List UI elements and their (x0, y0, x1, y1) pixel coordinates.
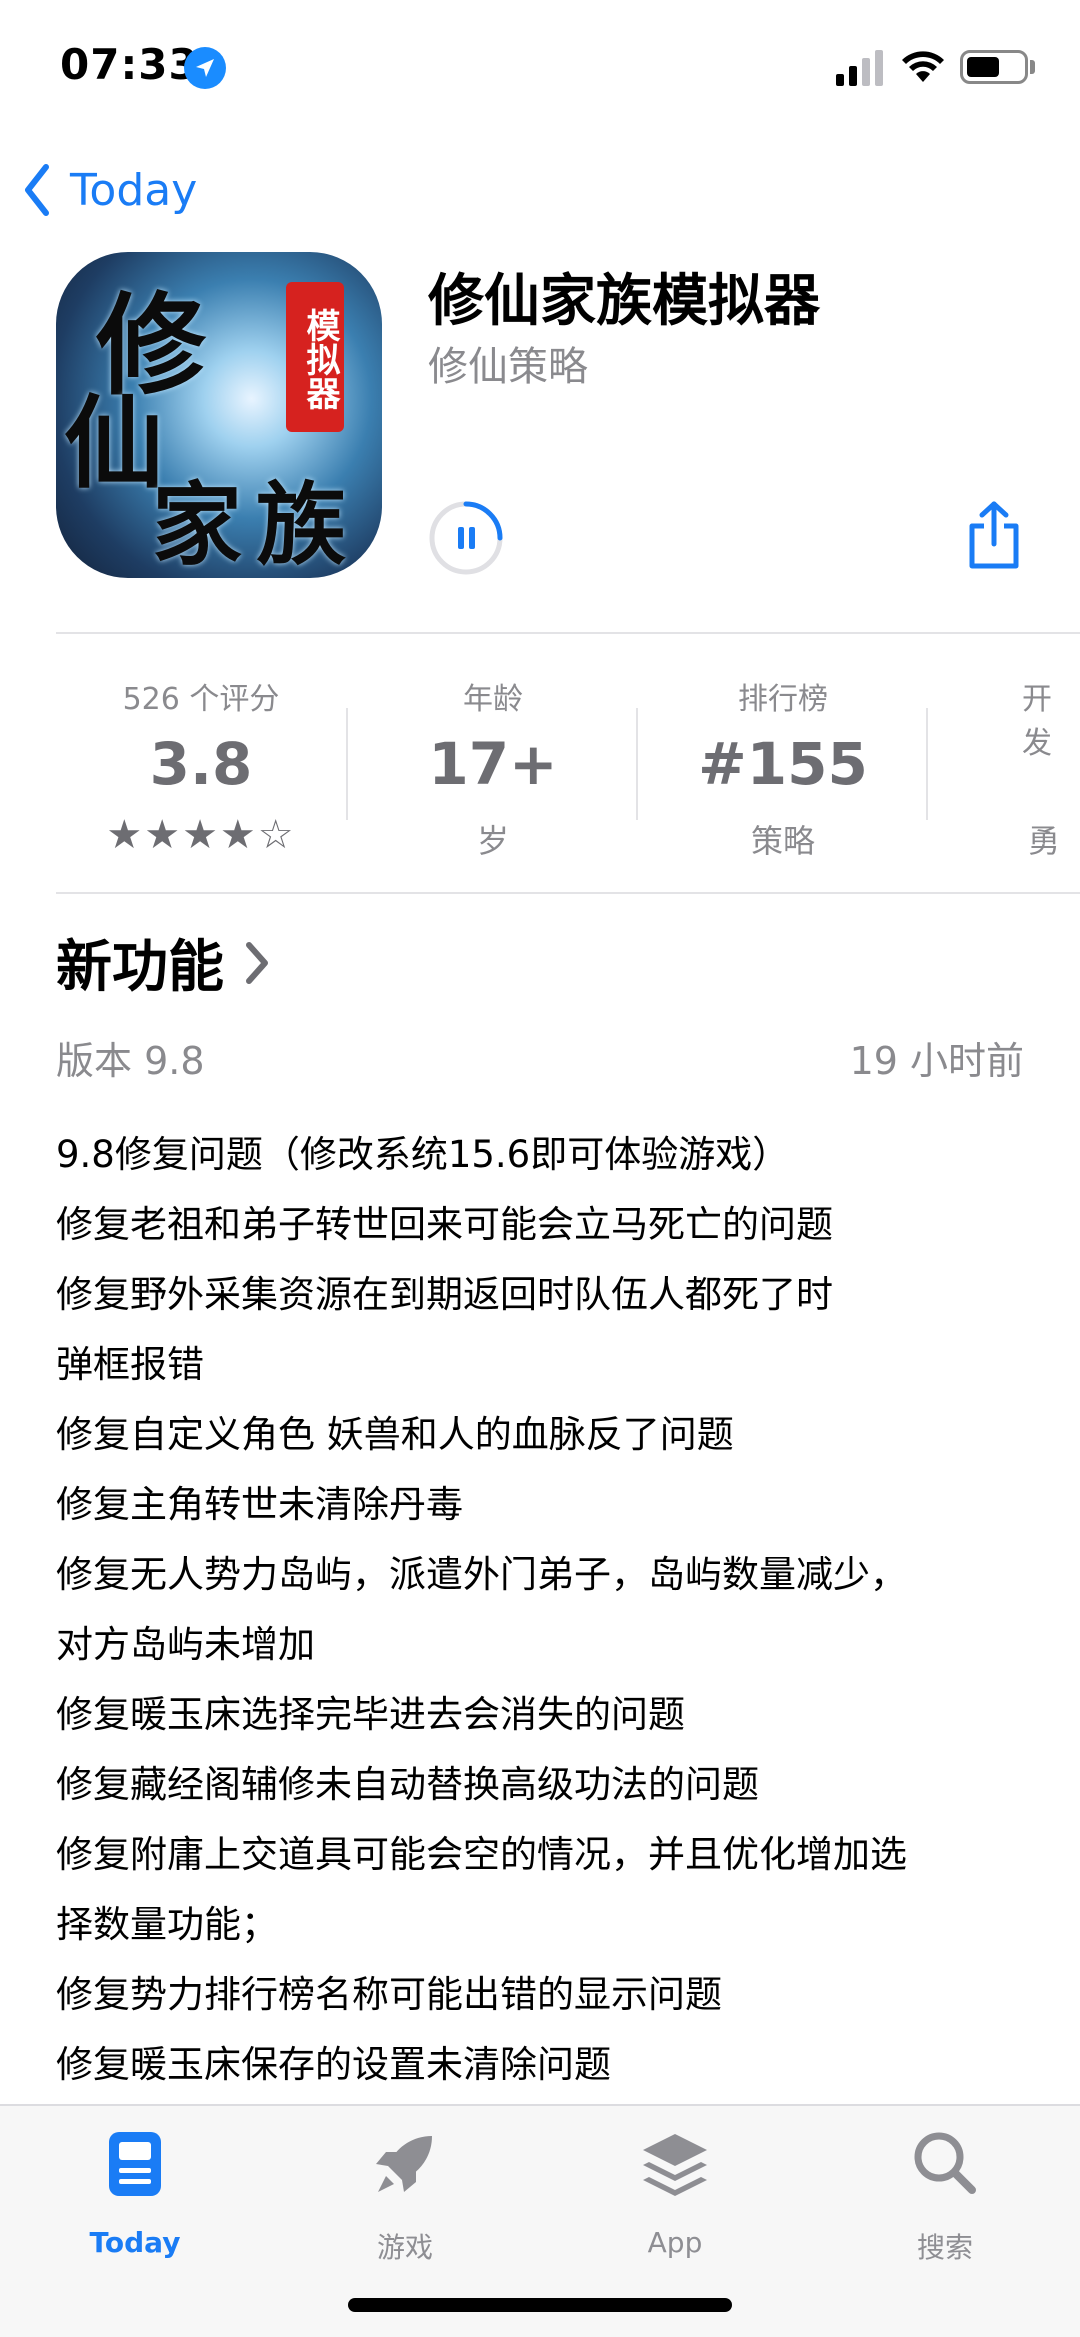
whats-new-title: 新功能 (56, 935, 224, 1000)
chart-sub: 策略 (750, 822, 815, 860)
divider (56, 892, 1080, 894)
developer-info[interactable]: 开发 勇 (928, 660, 1080, 870)
chevron-right-icon (246, 941, 268, 984)
battery-tip (1030, 60, 1035, 74)
tab-today[interactable]: Today (45, 2126, 225, 2266)
app-icon-glyph: 家 (152, 472, 242, 578)
chart-label: 排行榜 (738, 682, 828, 717)
wifi-icon (902, 51, 944, 82)
release-note-line: 修复自定义角色 妖兽和人的血脉反了问题 (56, 1413, 734, 1456)
release-note-line: 修复暖玉床选择完毕进去会消失的问题 (56, 1693, 685, 1736)
app-icon-glyph: 仙 (64, 384, 164, 502)
share-icon[interactable] (966, 500, 1022, 570)
app-title: 修仙家族模拟器 (428, 269, 820, 334)
whats-new-header[interactable]: 新功能 (56, 922, 270, 1003)
release-note-line: 修复主角转世未清除丹毒 (56, 1483, 463, 1526)
tab-apps[interactable]: App (585, 2126, 765, 2266)
age-label: 年龄 (463, 682, 523, 717)
tab-games[interactable]: 游戏 (315, 2126, 495, 2266)
release-note-line: 修复无人势力岛屿，派遣外门弟子，岛屿数量减少， (56, 1553, 907, 1596)
tab-search[interactable]: 搜索 (855, 2126, 1035, 2266)
developer-label: 开发 (1022, 682, 1052, 761)
star-rating-icon: ★★★★☆ (106, 812, 296, 858)
ratings-summary[interactable]: 526 个评分 3.8 ★★★★☆ (56, 660, 346, 870)
release-note-line: 修复势力排行榜名称可能出错的显示问题 (56, 1973, 722, 2016)
status-bar: 07:33 (0, 0, 1080, 140)
chevron-left-icon (25, 164, 49, 216)
release-note-line: 修复暖玉床保存的设置未清除问题 (56, 2043, 611, 2086)
today-icon (109, 2132, 161, 2196)
release-note-line: 对方岛屿未增加 (56, 1623, 315, 1666)
release-note-line: 修复老祖和弟子转世回来可能会立马死亡的问题 (56, 1203, 833, 1246)
tab-label: Today (89, 2226, 181, 2259)
search-icon (914, 2132, 976, 2194)
release-note-line: 修复附庸上交道具可能会空的情况，并且优化增加选 (56, 1833, 907, 1876)
back-button-label: Today (70, 164, 198, 216)
cellular-signal-icon (836, 50, 883, 86)
version-label: 版本 9.8 (56, 1039, 205, 1083)
age-rating[interactable]: 年龄 17+ 岁 (348, 660, 638, 870)
tab-label: App (647, 2226, 703, 2259)
chart-ranking[interactable]: 排行榜 #155 策略 (638, 660, 928, 870)
age-sub: 岁 (476, 822, 509, 860)
rocket-icon (376, 2136, 432, 2192)
app-icon-glyph: 族 (256, 472, 346, 578)
release-note-line: 9.8修复问题（修改系统15.6即可体验游戏） (56, 1133, 790, 1176)
release-note-line: 修复藏经阁辅修未自动替换高级功法的问题 (56, 1763, 759, 1806)
tab-label: 搜索 (916, 2231, 973, 2264)
location-arrow-icon (184, 47, 226, 89)
release-note-line: 择数量功能； (56, 1903, 278, 1946)
ratings-label: 526 个评分 (122, 682, 280, 717)
app-icon-seal: 模拟器 (286, 282, 344, 432)
layers-icon (643, 2134, 707, 2196)
divider (56, 632, 1080, 634)
app-icon[interactable]: 修 仙 家 族 模拟器 (56, 252, 382, 578)
home-indicator[interactable] (348, 2298, 732, 2312)
release-note-line: 弹框报错 (56, 1343, 204, 1386)
release-notes: 9.8修复问题（修改系统15.6即可体验游戏） 修复老祖和弟子转世回来可能会立马… (56, 1120, 1026, 2100)
release-note-line: 修复野外采集资源在到期返回时队伍人都死了时 (56, 1273, 833, 1316)
status-time: 07:33 (60, 40, 199, 89)
update-time: 19 小时前 (849, 1039, 1024, 1083)
developer-sub: 勇 (1028, 822, 1061, 860)
info-strip[interactable]: 526 个评分 3.8 ★★★★☆ 年龄 17+ 岁 排行榜 #155 策略 开… (56, 660, 1080, 870)
app-subtitle: 修仙策略 (428, 344, 588, 390)
age-value: 17+ (428, 730, 558, 798)
chart-value: #155 (698, 730, 868, 798)
download-pause-button[interactable] (428, 500, 504, 576)
ratings-value: 3.8 (149, 730, 253, 798)
tab-label: 游戏 (376, 2231, 433, 2264)
battery-icon (960, 50, 1028, 84)
back-button[interactable]: Today (22, 160, 197, 220)
